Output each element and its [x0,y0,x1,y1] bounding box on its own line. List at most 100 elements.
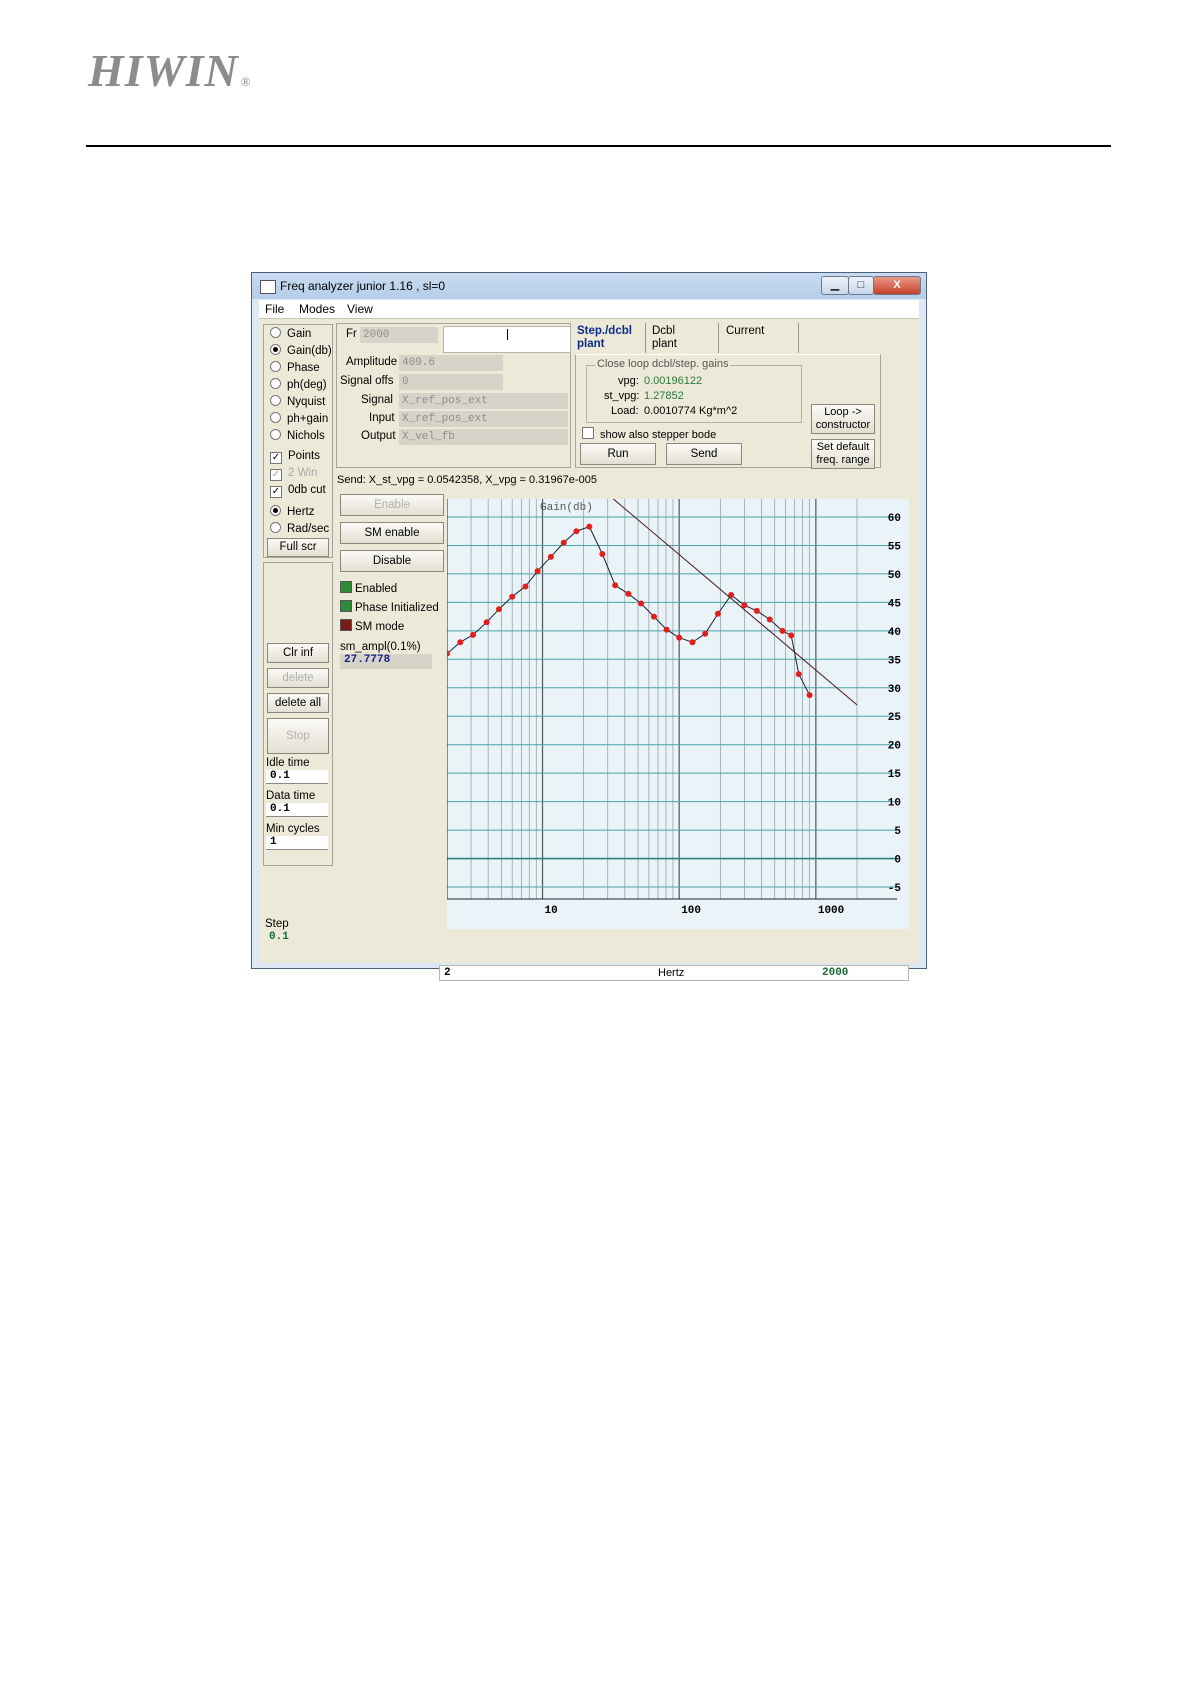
title-bar[interactable]: Freq analyzer junior 1.16 , sl=0 ▁ □ X [252,273,926,299]
idle-time-label: Idle time [266,757,310,769]
data-point [788,632,795,639]
radio-icon [270,412,281,423]
tab-current[interactable]: Current [726,325,792,355]
slider-track [443,342,571,353]
menu-file[interactable]: File [265,302,284,316]
data-point [547,553,554,560]
freq-min-field[interactable]: 2 [444,967,451,979]
clear-info-button[interactable]: Clr inf [267,643,329,663]
run-button[interactable]: Run [580,443,656,465]
mode-gain-db[interactable]: Gain(db) [270,344,332,357]
vpg-label: vpg: [618,375,639,387]
amplitude-field[interactable]: 409.6 [399,355,503,371]
data-time-label: Data time [266,790,316,802]
mode-gain[interactable]: Gain [270,327,311,340]
send-button[interactable]: Send [666,443,742,465]
gain-chart: 605550454035302520151050-510 100 1000 Gain… [444,493,902,917]
tab-divider [798,323,799,353]
y-tick-label: -5 [888,883,902,895]
y-tick-label: 50 [888,570,901,582]
tab-dcbl-plant[interactable]: Dcbl plant [652,325,718,355]
data-point [689,639,696,646]
input-field[interactable]: X_ref_pos_ext [399,411,568,427]
gains-group-legend: Close loop dcbl/step. gains [595,358,731,370]
y-tick-label: 40 [888,627,901,639]
data-point [766,616,773,623]
output-field[interactable]: X_vel_fb [399,429,568,445]
check-0db-cut[interactable]: ✓ 0db cut [270,484,326,498]
plot-mode-panel: Gain Gain(db) Phase ph(deg) Nyquist ph+g… [263,324,333,558]
st-vpg-label: st_vpg: [604,390,640,402]
mode-ph-gain[interactable]: ph+gain [270,412,328,425]
check-2win[interactable]: ✓ 2 Win [270,467,317,481]
enabled-indicator: Enabled [340,581,397,595]
menu-view[interactable]: View [347,302,373,316]
signal-field[interactable]: X_ref_pos_ext [399,393,568,409]
x-tick-label: 100 [681,905,701,917]
delete-button[interactable]: delete [267,668,329,688]
send-status: Send: X_st_vpg = 0.0542358, X_vpg = 0.31… [337,474,597,486]
tab-page: Close loop dcbl/step. gains vpg: 0.00196… [575,354,881,469]
minimize-button[interactable]: ▁ [821,276,849,295]
checkbox-checked-icon: ✓ [270,469,282,481]
signal-offs-label: Signal offs [340,375,394,387]
data-point [795,671,802,678]
data-point [663,626,670,633]
mode-phase[interactable]: Phase [270,361,320,374]
data-point [483,619,490,626]
data-point [806,692,813,699]
phase-initialized-indicator: Phase Initialized [340,600,439,614]
status-led-icon [340,619,352,631]
data-point [676,634,683,641]
min-cycles-field[interactable]: 1 [266,836,328,850]
sm-ampl-field[interactable]: 27.7778 [340,654,432,669]
loop-constructor-button[interactable]: Loop -> constructor [811,404,875,434]
checkbox-checked-icon: ✓ [270,452,282,464]
stop-button[interactable]: Stop [267,718,329,754]
close-button[interactable]: X [873,276,921,295]
set-default-freq-button[interactable]: Set default freq. range [811,439,875,469]
radio-icon [270,395,281,406]
unit-hertz[interactable]: Hertz [270,505,314,518]
radio-icon [270,378,281,389]
mode-nyquist[interactable]: Nyquist [270,395,325,408]
y-tick-label: 15 [888,769,902,781]
check-points[interactable]: ✓ Points [270,450,320,464]
signal-offs-field[interactable]: 0 [399,374,503,390]
bode-plot[interactable]: 60 55 50 45 40 35 30 25 20 15 10 5 0 -5 10 100 1000 Gain… [444,493,909,929]
freq-unit-label: Hertz [658,967,685,979]
radio-icon [270,327,281,338]
unit-rad-sec[interactable]: Rad/sec [270,522,329,535]
mode-ph-deg[interactable]: ph(deg) [270,378,327,391]
menu-modes[interactable]: Modes [299,302,335,316]
freq-max-field[interactable]: 2000 [822,967,848,979]
maximize-button[interactable]: □ [848,276,874,295]
vpg-value: 0.00196122 [644,375,703,387]
radio-selected-icon [270,505,281,516]
delete-all-button[interactable]: delete all [267,693,329,713]
tab-step-dcbl-plant[interactable]: Step./dcbl plant [577,325,643,355]
status-led-icon [340,581,352,593]
data-point [650,613,657,620]
full-screen-button[interactable]: Full scr [267,538,329,557]
enable-button[interactable]: Enable [340,494,444,516]
idle-time-field[interactable]: 0.1 [266,770,328,784]
data-point [522,583,529,590]
data-point [457,639,464,646]
data-time-field[interactable]: 0.1 [266,803,328,817]
mode-nichols[interactable]: Nichols [270,429,325,442]
measurement-panel: Clr inf delete delete all Stop Idle time… [263,562,333,866]
radio-icon [270,429,281,440]
menu-bar: File Modes View [259,300,919,319]
step-value[interactable]: 0.1 [265,931,331,945]
freq-range-bar: 2 Hertz 2000 [439,965,909,981]
slider-thumb[interactable] [507,329,508,340]
disable-button[interactable]: Disable [340,550,444,572]
stepper-bode-checkbox[interactable]: show also stepper bode [582,427,716,441]
fr-field[interactable]: 2000 [360,327,438,343]
step-label: Step [265,918,289,930]
data-point [714,610,721,617]
tab-control: Step./dcbl plant Dcbl plant Current Close … [575,323,886,470]
signal-label: Signal [361,394,393,406]
sm-enable-button[interactable]: SM enable [340,522,444,544]
